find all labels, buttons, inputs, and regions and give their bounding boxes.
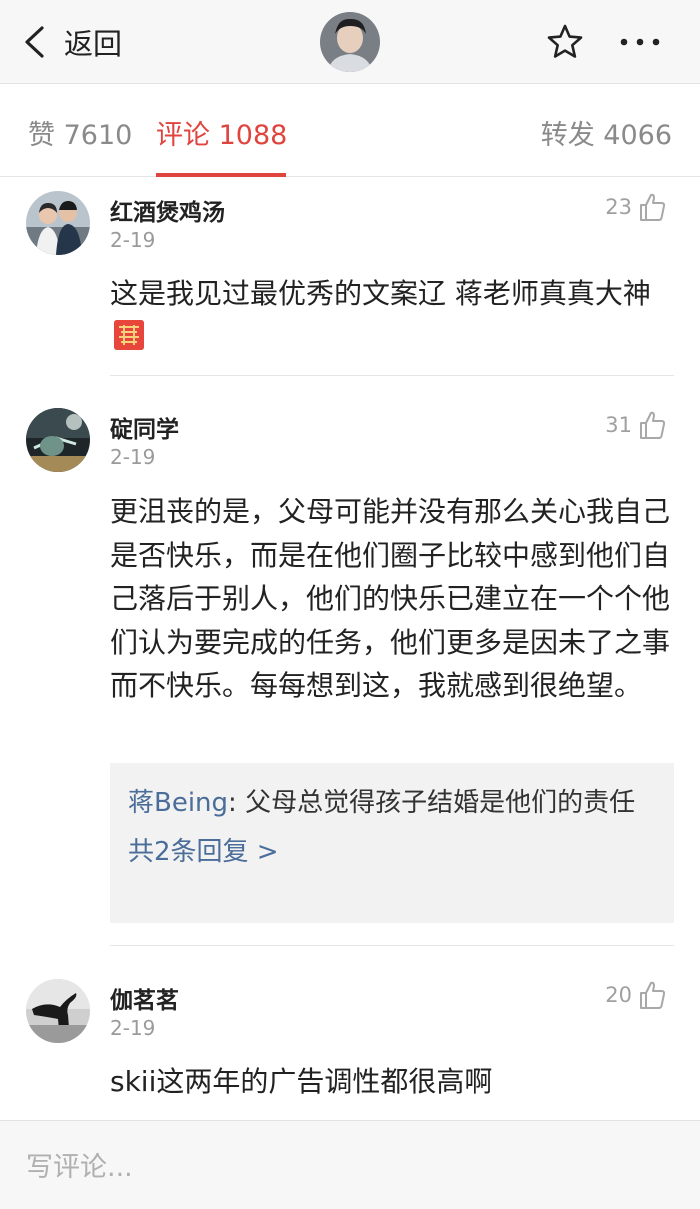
- comment-item: 红酒煲鸡汤 2-19 23 这是我见过最优秀的文案辽 蒋老师真真大神: [0, 178, 700, 376]
- like-button[interactable]: 23: [605, 192, 666, 222]
- thumbs-up-icon: [640, 981, 666, 1009]
- reply-separator: :: [228, 788, 246, 818]
- commenter-avatar[interactable]: [26, 408, 90, 472]
- reply-line: 蒋Being: 父母总觉得孩子结婚是他们的责任: [128, 783, 656, 823]
- like-count: 20: [605, 983, 632, 1007]
- more-icon[interactable]: [616, 30, 664, 54]
- like-button[interactable]: 31: [605, 410, 666, 440]
- like-count: 31: [605, 413, 632, 437]
- comment-input[interactable]: 写评论...: [26, 1145, 133, 1184]
- commenter-name[interactable]: 伽茗茗: [110, 981, 179, 1015]
- like-count: 23: [605, 195, 632, 219]
- comment-text: 更沮丧的是，父母可能并没有那么关心我自己是否快乐，而是在他们圈子比较中感到他们自…: [110, 495, 671, 702]
- double-happiness-emoji: [114, 320, 144, 350]
- reply-text: 父母总觉得孩子结婚是他们的责任: [245, 788, 636, 818]
- comment-input-bar: 写评论...: [0, 1120, 700, 1209]
- back-label: 返回: [64, 27, 123, 61]
- tab-reposts[interactable]: 转发 4066: [541, 113, 672, 152]
- like-button[interactable]: 20: [605, 980, 666, 1010]
- comment-item: 碇同学 2-19 31 更沮丧的是，父母可能并没有那么关心我自己是否快乐，而是在…: [0, 376, 700, 946]
- top-nav-bar: 返回: [0, 0, 700, 84]
- author-avatar[interactable]: [320, 12, 380, 72]
- active-tab-indicator: [156, 173, 286, 177]
- comment-list[interactable]: 红酒煲鸡汤 2-19 23 这是我见过最优秀的文案辽 蒋老师真真大神 碇同学 2…: [0, 178, 700, 1120]
- reply-author[interactable]: 蒋Being: [128, 788, 228, 818]
- comment-date: 2-19: [110, 1016, 156, 1040]
- comment-text: 这是我见过最优秀的文案辽 蒋老师真真大神: [110, 273, 670, 357]
- comment-item: 伽茗茗 2-19 20 skii这两年的广告调性都很高啊: [0, 946, 700, 1120]
- back-button[interactable]: 返回: [22, 20, 122, 64]
- back-arrow-icon: [25, 26, 44, 58]
- commenter-name[interactable]: 红酒煲鸡汤: [110, 193, 225, 227]
- commenter-avatar[interactable]: [26, 191, 90, 255]
- commenter-avatar[interactable]: [26, 979, 90, 1043]
- thumbs-up-icon: [640, 411, 666, 439]
- tab-bar: 赞 7610 评论 1088 转发 4066: [0, 85, 700, 177]
- reply-preview[interactable]: 蒋Being: 父母总觉得孩子结婚是他们的责任 共2条回复 >: [110, 763, 674, 923]
- thumbs-up-icon: [640, 193, 666, 221]
- tab-comments[interactable]: 评论 1088: [156, 113, 287, 152]
- view-replies-link[interactable]: 共2条回复 >: [128, 831, 656, 868]
- comment-text: skii这两年的广告调性都很高啊: [110, 1065, 493, 1098]
- star-icon[interactable]: [546, 23, 584, 61]
- tab-likes[interactable]: 赞 7610: [28, 113, 132, 152]
- comment-date: 2-19: [110, 445, 156, 469]
- comment-date: 2-19: [110, 228, 156, 252]
- comment-text-content: 这是我见过最优秀的文案辽 蒋老师真真大神: [110, 277, 651, 310]
- commenter-name[interactable]: 碇同学: [110, 410, 179, 444]
